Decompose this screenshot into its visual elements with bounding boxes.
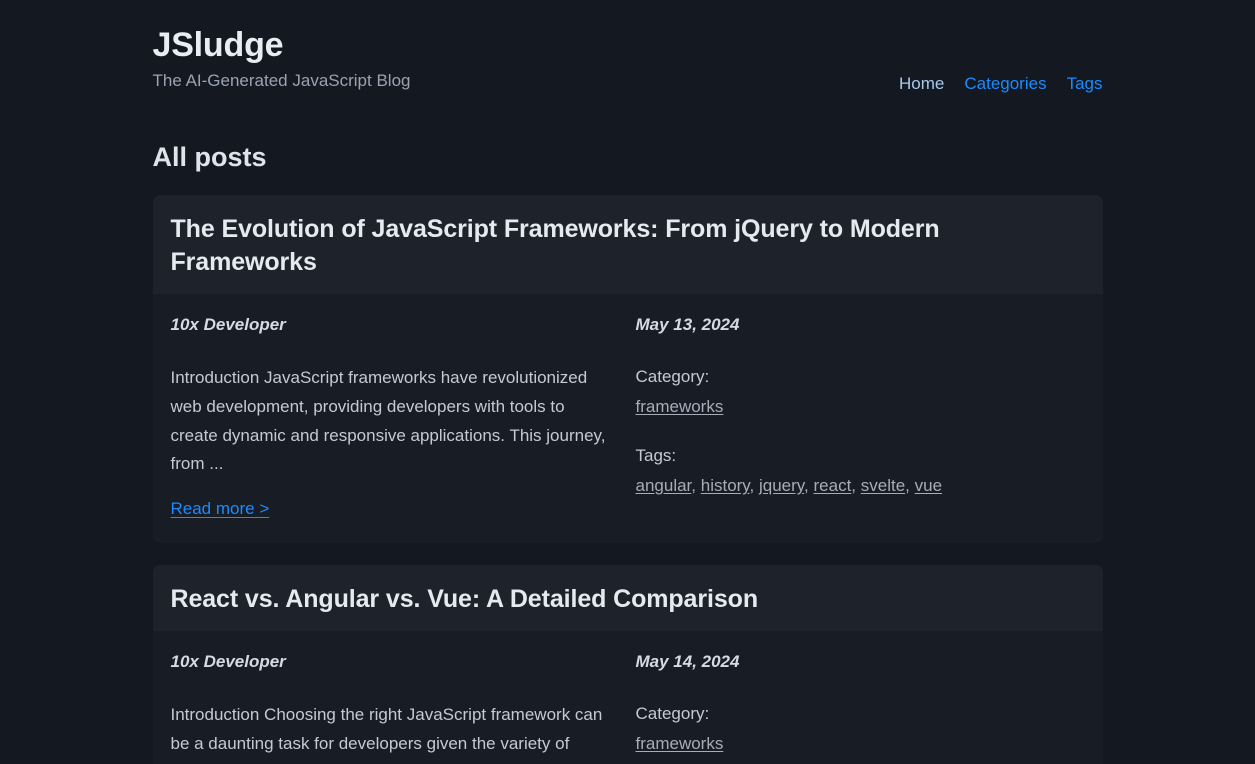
post-excerpt: Introduction JavaScript frameworks have …: [170, 368, 606, 474]
post-summary-column: 10x Developer Introduction JavaScript fr…: [171, 314, 636, 518]
tag-link[interactable]: react: [814, 476, 852, 495]
blog-page: JSludge The AI-Generated JavaScript Blog…: [0, 0, 1255, 764]
main-navigation: Home Categories Tags: [899, 74, 1103, 94]
site-header: JSludge The AI-Generated JavaScript Blog…: [153, 24, 1103, 98]
post-date: May 13, 2024: [635, 315, 740, 335]
tag-separator: ,: [691, 475, 701, 495]
tag-separator: ,: [905, 475, 915, 495]
post-meta-column: May 13, 2024 Category: frameworks Tags: …: [636, 314, 1085, 518]
site-tagline: The AI-Generated JavaScript Blog: [152, 71, 411, 91]
nav-link-categories[interactable]: Categories: [964, 74, 1046, 94]
nav-link-home[interactable]: Home: [899, 74, 944, 94]
category-link[interactable]: frameworks: [636, 734, 724, 753]
post-card: The Evolution of JavaScript Frameworks: …: [152, 195, 1103, 543]
page-title: All posts: [152, 142, 267, 172]
category-values: frameworks: [636, 394, 1085, 420]
post-list: The Evolution of JavaScript Frameworks: …: [152, 195, 1103, 764]
post-tags-block: Tags: angular, history, jquery, react, s…: [636, 443, 1085, 498]
tag-link[interactable]: jquery: [759, 476, 804, 495]
tag-link[interactable]: svelte: [861, 476, 905, 495]
category-label: Category:: [635, 367, 710, 387]
post-category-block: Category: frameworks: [636, 364, 1085, 419]
nav-link-tags[interactable]: Tags: [1067, 74, 1103, 94]
post-card: React vs. Angular vs. Vue: A Detailed Co…: [152, 564, 1103, 764]
post-card-header: The Evolution of JavaScript Frameworks: …: [152, 195, 1103, 295]
post-meta-column: May 14, 2024 Category: frameworks Tags: …: [636, 651, 1085, 764]
post-card-body: 10x Developer Introduction JavaScript fr…: [153, 294, 1103, 542]
tag-separator: ,: [804, 475, 814, 495]
post-title[interactable]: React vs. Angular vs. Vue: A Detailed Co…: [171, 583, 1085, 616]
tag-separator: ,: [851, 475, 861, 495]
site-title[interactable]: JSludge: [153, 26, 411, 64]
post-summary-column: 10x Developer Introduction Choosing the …: [171, 651, 636, 764]
post-author: 10x Developer: [170, 315, 286, 335]
post-category-block: Category: frameworks: [636, 701, 1085, 756]
post-card-body: 10x Developer Introduction Choosing the …: [153, 631, 1103, 764]
tag-link[interactable]: history: [701, 476, 750, 495]
site-branding: JSludge The AI-Generated JavaScript Blog: [153, 24, 411, 92]
tag-separator: ,: [749, 475, 759, 495]
post-author: 10x Developer: [170, 652, 286, 672]
tag-link[interactable]: angular: [636, 476, 692, 495]
post-title[interactable]: The Evolution of JavaScript Frameworks: …: [171, 213, 1085, 278]
read-more-link[interactable]: Read more >: [171, 499, 270, 519]
tag-link[interactable]: vue: [915, 476, 942, 495]
post-excerpt: Introduction Choosing the right JavaScri…: [170, 705, 603, 764]
category-values: frameworks: [636, 731, 1085, 757]
tags-label: Tags:: [635, 446, 677, 466]
post-card-header: React vs. Angular vs. Vue: A Detailed Co…: [152, 564, 1103, 632]
page-container: JSludge The AI-Generated JavaScript Blog…: [152, 0, 1103, 764]
tag-values: angular, history, jquery, react, svelte,…: [636, 473, 1085, 499]
category-link[interactable]: frameworks: [636, 397, 724, 416]
post-date: May 14, 2024: [635, 652, 740, 672]
category-label: Category:: [635, 704, 710, 724]
